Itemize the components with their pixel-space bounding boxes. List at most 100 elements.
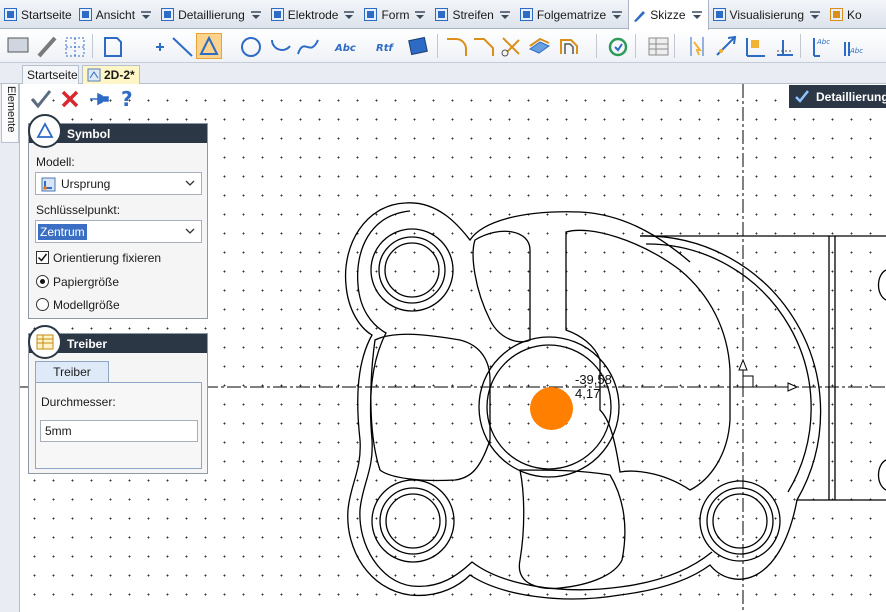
ribbon-tab-ko[interactable]: Ko: [826, 0, 865, 29]
chevron-down-icon: [185, 228, 195, 234]
toolbar-separator: [437, 34, 438, 58]
model-value: Ursprung: [61, 177, 111, 191]
progressive-die-icon: [519, 8, 533, 21]
origin-model-icon: [41, 177, 56, 192]
tab-menu-chevron-icon[interactable]: [689, 1, 705, 30]
dimension-tool-button[interactable]: [684, 33, 710, 59]
diameter-label: Durchmesser:: [41, 395, 116, 409]
dimension-ordinate-tool-button[interactable]: [771, 33, 797, 59]
project-tool-button[interactable]: [526, 33, 552, 59]
tab-menu-chevron-icon[interactable]: [609, 0, 625, 29]
sketch-shape-icon: [104, 37, 122, 57]
doc-tab-2d-2[interactable]: 2D-2*: [82, 65, 140, 84]
diameter-value: 5mm: [45, 424, 72, 438]
detailing-check-icon: [795, 90, 809, 103]
text-abc-tool-button[interactable]: Abc: [333, 33, 359, 59]
symbol-marker[interactable]: [530, 387, 573, 430]
tab-menu-chevron-icon[interactable]: [412, 0, 428, 29]
select-tool-tool-button[interactable]: [4, 33, 30, 59]
tab-menu-chevron-icon[interactable]: [341, 0, 357, 29]
symbol-triangle-icon: [199, 35, 219, 55]
ribbon-tab-form[interactable]: Form: [360, 0, 431, 29]
line-tool-button[interactable]: [169, 33, 195, 59]
ribbon-tab-folgematrize[interactable]: Folgematrize: [516, 0, 628, 29]
text-label-tool-button[interactable]: Abc: [809, 33, 835, 59]
driver-table-icon: [36, 334, 54, 350]
line-icon: [172, 37, 193, 57]
fillet-tool-button[interactable]: [443, 33, 469, 59]
paper-size-label: Papiergröße: [53, 275, 120, 289]
strip-icon: [435, 8, 449, 21]
tab-menu-chevron-icon[interactable]: [248, 0, 264, 29]
tab-menu-chevron-icon[interactable]: [138, 0, 154, 29]
ribbon-tab-label: Ko: [847, 7, 862, 22]
help-icon[interactable]: ?: [116, 88, 138, 110]
model-select[interactable]: Ursprung: [35, 172, 202, 195]
driver-tab[interactable]: Treiber: [35, 361, 109, 382]
ribbon-tab-startseite[interactable]: Startseite: [0, 0, 75, 29]
tab-menu-chevron-icon[interactable]: [807, 0, 823, 29]
detailing-floating-bar[interactable]: Detaillierung: [789, 85, 886, 108]
tab-menu-chevron-icon[interactable]: [497, 0, 513, 29]
symbol-panel-title: Symbol: [67, 127, 111, 141]
picture-tool-button[interactable]: [405, 33, 431, 59]
ribbon-tab-label: Detaillierung: [178, 7, 245, 22]
sketch-shape-tool-button[interactable]: [100, 33, 126, 59]
chamfer-tool-button[interactable]: [470, 33, 496, 59]
toolbar-separator: [800, 34, 801, 58]
trim-tool-button[interactable]: [498, 33, 524, 59]
text-label-2-icon: Abc: [844, 42, 863, 56]
coord-y: 4,17: [575, 386, 601, 401]
svg-text:Abc: Abc: [849, 47, 863, 55]
ribbon-tab-streifen[interactable]: Streifen: [431, 0, 515, 29]
keypoint-select[interactable]: Zentrum: [35, 220, 202, 243]
text-label-2-tool-button[interactable]: Abc: [839, 33, 865, 59]
rtf-text-tool-button[interactable]: Rtf: [374, 33, 400, 59]
gear-cube-icon: [4, 8, 17, 21]
select-tool-icon: [7, 37, 29, 53]
fix-orientation-checkbox[interactable]: [36, 251, 49, 264]
ribbon-tab-label: Startseite: [21, 7, 72, 22]
model-size-radio[interactable]: [36, 298, 49, 311]
spline-tool-button[interactable]: [295, 33, 321, 59]
fix-orientation-label: Orientierung fixieren: [53, 251, 162, 265]
diameter-input[interactable]: 5mm: [40, 420, 198, 442]
doc-tab-startseite[interactable]: Startseite: [22, 65, 79, 84]
ribbon-tab-visualisierung[interactable]: Visualisierung: [709, 0, 827, 29]
svg-text:?: ?: [121, 88, 133, 110]
side-panel-strip: Elemente: [0, 63, 20, 612]
regen-icon: [608, 37, 628, 57]
paper-size-radio[interactable]: [36, 275, 49, 288]
spline-icon: [297, 39, 319, 55]
ribbon-tab-ansicht[interactable]: Ansicht: [75, 0, 157, 29]
dimension-aligned-tool-button[interactable]: [713, 33, 739, 59]
pin-icon[interactable]: [88, 88, 110, 110]
pencil-icon: [37, 36, 57, 58]
detailing-bar-title: Detaillierung: [816, 90, 886, 104]
symbol-panel: Symbol Modell: Ursprung Schlüsselpunkt: …: [28, 123, 208, 319]
checkmark-icon: [37, 253, 48, 262]
driver-panel-title: Treiber: [67, 337, 108, 351]
coord-x: -39,58: [575, 372, 612, 387]
pencil-tool-button[interactable]: [34, 33, 60, 59]
ok-check-icon[interactable]: [30, 88, 52, 110]
model-size-label: Modellgröße: [53, 298, 120, 312]
ribbon-tab-skizze[interactable]: Skizze: [628, 0, 709, 30]
symbol-triangle-tool-button[interactable]: [196, 33, 222, 59]
grid-select-tool-button[interactable]: [62, 33, 88, 59]
dimension-angle-tool-button[interactable]: [742, 33, 768, 59]
sketch-toolbar: Abc Rtf Abc Abc: [0, 30, 886, 63]
cancel-x-icon[interactable]: [59, 88, 81, 110]
circle-tool-button[interactable]: [238, 33, 264, 59]
grid-select-icon: [65, 37, 85, 57]
table-tool-button[interactable]: [645, 33, 671, 59]
arc-icon: [271, 39, 291, 51]
fillet-icon: [447, 38, 467, 56]
ribbon-tab-detaillierung[interactable]: Detaillierung: [157, 0, 267, 29]
point-icon: [156, 43, 164, 51]
sketch-pencil-icon: [634, 10, 646, 22]
offset-tool-button[interactable]: [556, 33, 582, 59]
regen-tool-button[interactable]: [605, 33, 631, 59]
ribbon-tab-elektrode[interactable]: Elektrode: [267, 0, 361, 29]
arc-tool-button[interactable]: [267, 33, 293, 59]
